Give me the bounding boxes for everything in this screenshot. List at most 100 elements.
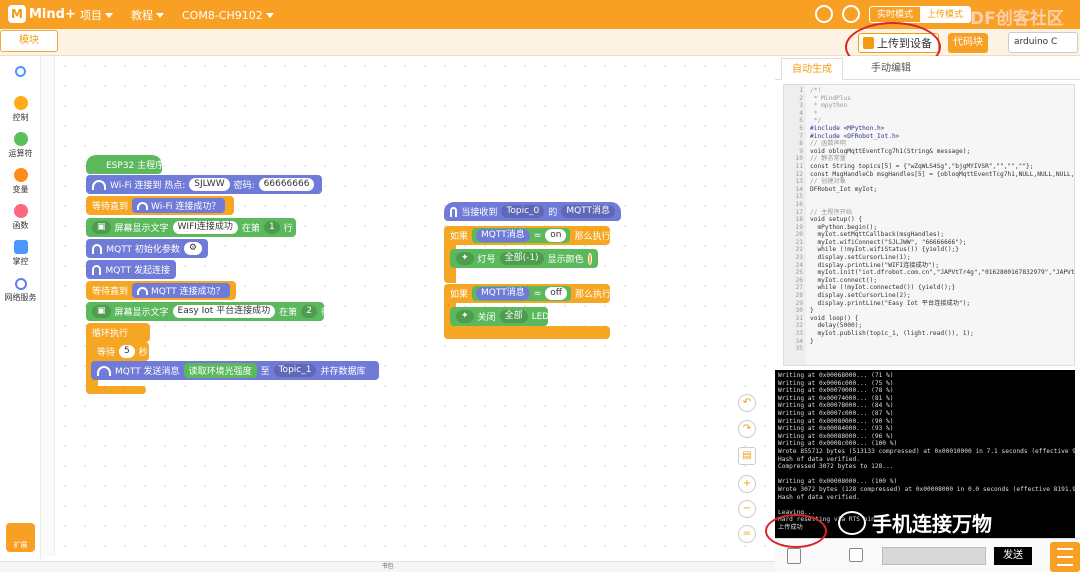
color-swatch[interactable] [587, 252, 592, 265]
redo-icon[interactable]: ↷ [738, 420, 756, 438]
sidebar-item-mpython[interactable]: 掌控 [0, 240, 41, 267]
code-line: void obloqMqttEventTcg7h1(String& messag… [810, 147, 971, 155]
gear-icon[interactable]: ⚙ [183, 242, 202, 255]
undo-icon[interactable]: ↶ [738, 394, 756, 412]
extension-button[interactable]: 扩展 [6, 523, 35, 552]
block-text: MQTT消息 [561, 205, 615, 218]
watermark-caption: 手机连接万物 [872, 512, 992, 536]
block-equals[interactable]: MQTT消息 = on [472, 228, 571, 243]
block-mqtt-init[interactable]: MQTT 初始化参数 ⚙ [86, 239, 208, 258]
block-wait-until-wifi[interactable]: 等待直到 Wi-Fi 连接成功？ [86, 196, 234, 215]
sidebar-item-variables[interactable]: 变量 [0, 168, 41, 195]
line-number: 26 [795, 276, 803, 284]
topic-dropdown[interactable]: Topic_1 [273, 364, 317, 377]
led-dropdown[interactable]: 全部(-1) [499, 252, 544, 265]
topic-dropdown[interactable]: Topic_0 [501, 205, 545, 218]
app-logo[interactable]: M Mind+ [8, 5, 76, 23]
text-input[interactable]: WIFI连接成功 [172, 221, 238, 234]
block-light-on[interactable]: ✦ 灯号 全部(-1) 显示颜色 [450, 249, 598, 268]
line-number: 23 [795, 254, 803, 262]
ssid-input[interactable]: SJLWW [189, 178, 230, 191]
watermark-text: DF创客社区 [970, 9, 1064, 29]
sidebar-item-operators[interactable]: 运算符 [0, 132, 41, 159]
menu-icon[interactable] [1050, 542, 1080, 572]
menu-port[interactable]: COM8-CH9102 [182, 7, 274, 23]
code-line: while (!myIot.connected()) {yield();} [810, 284, 956, 292]
value-input[interactable]: on [545, 229, 567, 242]
password-input[interactable]: 66666666 [258, 178, 315, 191]
console-line: Writing at 0x00008000... (100 %) [778, 478, 898, 486]
block-if-off[interactable]: 如果 MQTT消息 = off 那么执行 [444, 284, 611, 303]
code-line: display.setCursorLine(2); [810, 292, 911, 300]
code-editor[interactable]: 1 2 3 4 5 6 7 8 9 10 11 12 13 14 15 16 17 18 19 20 21 22 23 24 2… [783, 84, 1075, 366]
cleanup-icon[interactable]: ▤ [738, 447, 756, 465]
block-mqtt-status[interactable]: MQTT 连接成功？ [132, 283, 230, 298]
line-number: 16 [795, 200, 803, 208]
sidebar-item-functions[interactable]: 函数 [0, 204, 41, 231]
led-dropdown[interactable]: 全部 [499, 310, 528, 323]
mode-realtime[interactable]: 实时模式 [870, 7, 920, 22]
clear-icon[interactable] [787, 548, 801, 564]
block-mqtt-receive-hat[interactable]: 当接收到 Topic_0 的 MQTT消息 [444, 202, 621, 221]
line-dropdown[interactable]: 2 [301, 305, 317, 318]
block-light-sensor[interactable]: 读取环境光强度 [183, 363, 257, 378]
value-input[interactable]: off [545, 287, 567, 300]
block-wait-until-mqtt[interactable]: 等待直到 MQTT 连接成功？ [86, 281, 236, 300]
line-number: 24 [795, 261, 803, 269]
settings-icon[interactable] [842, 5, 860, 23]
text-input[interactable]: Easy Iot 平台连接成功 [172, 305, 276, 318]
block-screen-display-1[interactable]: ▣ 屏幕显示文字 WIFI连接成功 在第 1 行 [86, 218, 296, 237]
console-line: Writing at 0x00078000... (84 %) [778, 402, 894, 410]
tab-blocks[interactable]: 模块 [0, 30, 58, 52]
tab-auto-generate[interactable]: 自动生成 [781, 58, 843, 80]
code-line: const MsgHandleCb msgHandles[5] = {obloq… [810, 170, 1075, 178]
seconds-input[interactable]: 5 [119, 345, 135, 358]
serial-input[interactable] [882, 547, 986, 565]
block-text: 并存数据库 [320, 367, 366, 377]
sidebar-item-label: 掌控 [12, 257, 29, 266]
block-mqtt-send[interactable]: MQTT 发送消息 读取环境光强度 至 Topic_1 并存数据库 [91, 361, 379, 380]
scroll-lock-icon[interactable] [849, 548, 863, 562]
menu-tutorial[interactable]: 教程 [131, 7, 164, 23]
block-wifi-status[interactable]: Wi-Fi 连接成功？ [132, 198, 226, 213]
sidebar-item-network[interactable]: 网络服务 [0, 278, 41, 303]
code-line: // 主程序开始 [810, 208, 853, 216]
zoom-out-icon[interactable]: − [738, 500, 756, 518]
block-text: 在第 [279, 308, 298, 318]
block-text: 显示颜色 [547, 255, 584, 265]
send-button[interactable]: 发送 [994, 547, 1032, 565]
line-dropdown[interactable]: 1 [263, 221, 280, 234]
block-mqtt-connect[interactable]: MQTT 发起连接 [86, 260, 176, 279]
block-text: 行 [283, 224, 293, 234]
zoom-in-icon[interactable]: + [738, 475, 756, 493]
line-number: 10 [795, 155, 803, 163]
block-wait-seconds[interactable]: 等待 5 秒 [91, 342, 149, 361]
sidebar-item-search[interactable] [0, 66, 41, 79]
code-button[interactable]: 代码块 [948, 33, 988, 53]
menu-project[interactable]: 项目 [80, 7, 113, 23]
mode-upload[interactable]: 上传模式 [920, 7, 971, 22]
logo-icon: M [8, 5, 26, 23]
block-wifi-connect[interactable]: Wi-Fi 连接到 热点: SJLWW 密码: 66666666 [86, 175, 322, 194]
backpack-bar[interactable]: 书包 [0, 561, 775, 572]
mqtt-icon [92, 243, 103, 254]
block-if-on[interactable]: 如果 MQTT消息 = on 那么执行 [444, 226, 610, 245]
mqtt-icon [97, 365, 111, 376]
block-light-off[interactable]: ✦ 关闭 全部 LED [450, 307, 549, 326]
board-select[interactable]: arduino C [1008, 32, 1078, 53]
block-equals[interactable]: MQTT消息 = off [472, 286, 571, 301]
block-esp32-main[interactable]: ESP32 主程序 [86, 155, 164, 174]
block-screen-display-2[interactable]: ▣ 屏幕显示文字 Easy Iot 平台连接成功 在第 2 行 [86, 302, 330, 321]
sidebar-item-label: 变量 [12, 185, 29, 194]
tab-manual-edit[interactable]: 手动编辑 [861, 58, 921, 80]
zoom-reset-icon[interactable]: = [738, 525, 756, 543]
mqtt-icon [450, 206, 458, 217]
line-number: 17 [795, 208, 803, 216]
block-text: 在第 [241, 224, 260, 234]
mail-icon[interactable] [815, 5, 833, 23]
sidebar-item-control[interactable]: 控制 [0, 96, 41, 123]
console-line: Wrote 855712 bytes (513133 compressed) a… [778, 447, 1075, 455]
operators-dot-icon [13, 132, 28, 146]
sidebar-item-label: 网络服务 [4, 293, 37, 302]
